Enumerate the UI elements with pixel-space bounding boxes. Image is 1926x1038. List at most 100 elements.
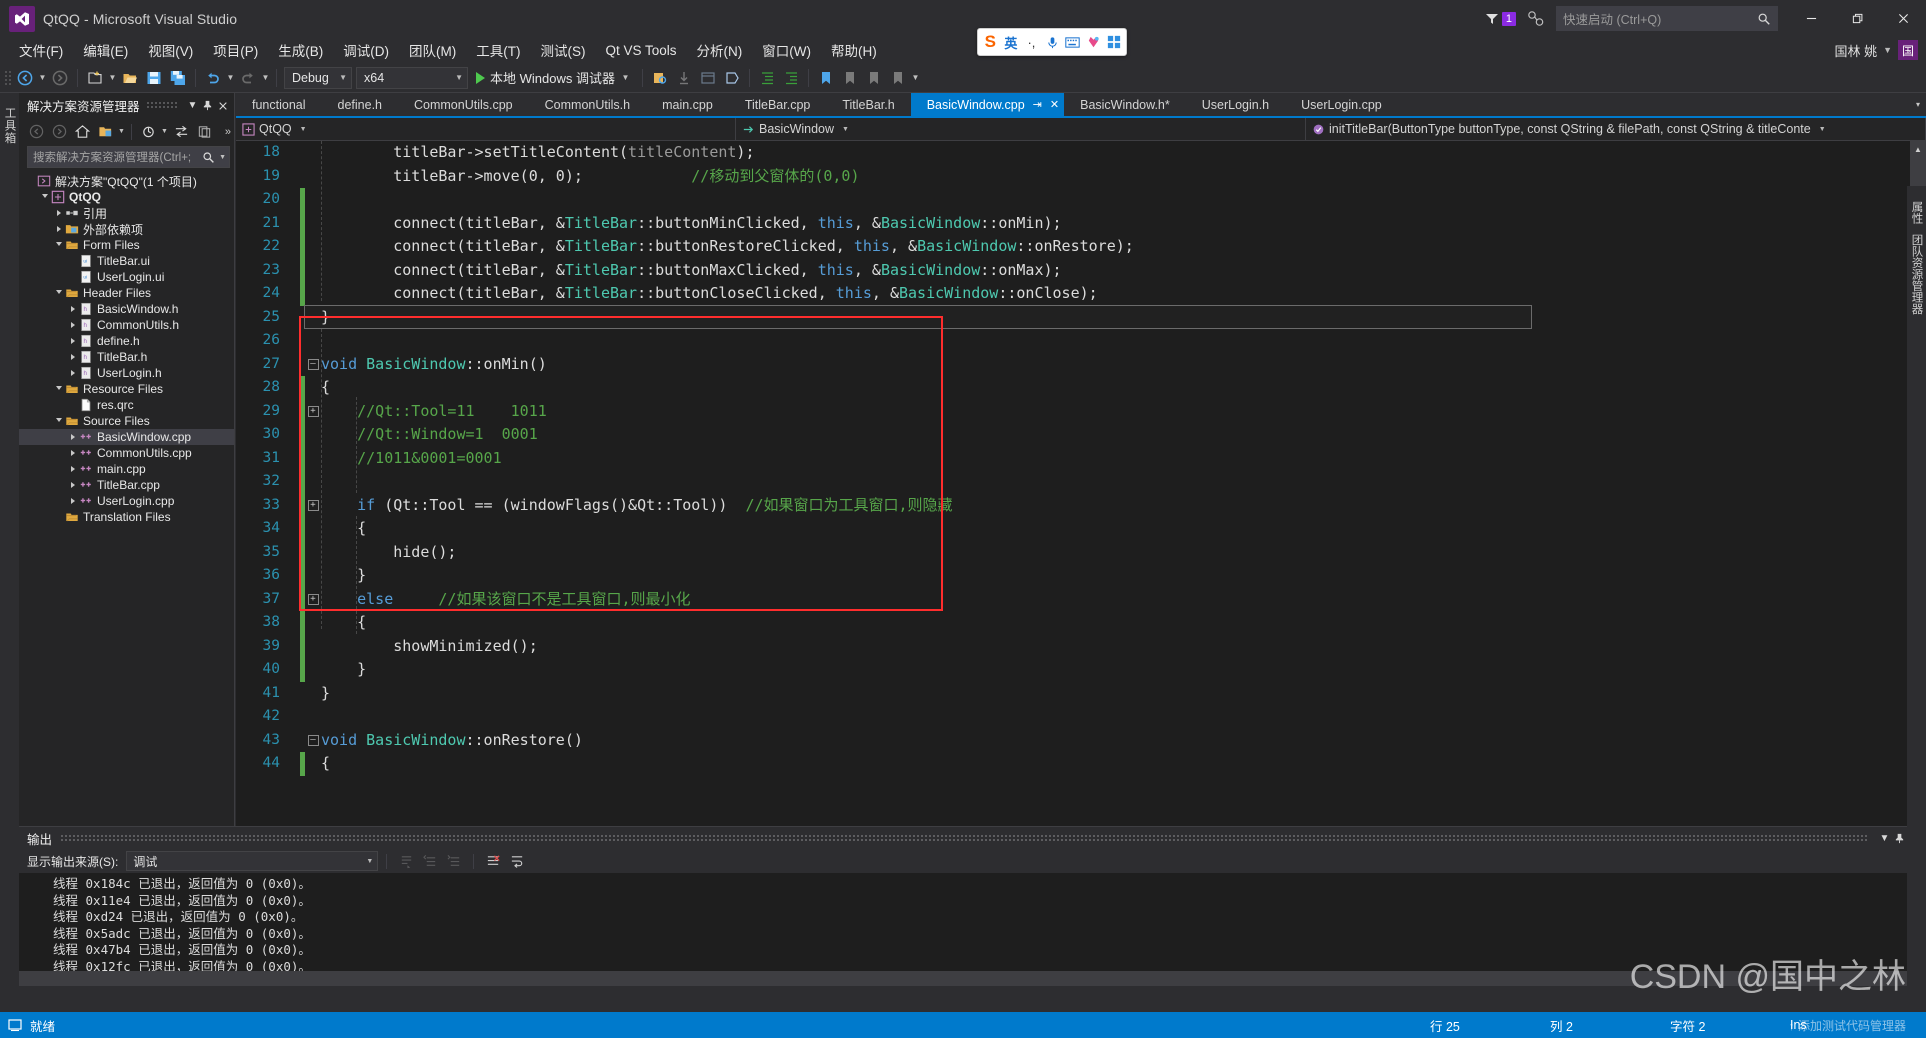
- menu-help[interactable]: 帮助(H): [821, 38, 887, 62]
- keyboard-icon[interactable]: [1063, 32, 1082, 52]
- tree-item-translation-files[interactable]: Translation Files: [19, 509, 234, 525]
- tree-item-main.cpp[interactable]: main.cpp: [19, 461, 234, 477]
- editor-tab-functional[interactable]: functional: [236, 93, 322, 116]
- solution-configuration-select[interactable]: Debug ▼: [284, 66, 352, 89]
- outlining-gutter[interactable]: –: [305, 358, 321, 370]
- tree-item-basicwindow.h[interactable]: h BasicWindow.h: [19, 301, 234, 317]
- editor-tab-titlebar.cpp[interactable]: TitleBar.cpp: [729, 93, 827, 116]
- step-into-icon[interactable]: [672, 66, 696, 90]
- open-file-button[interactable]: [118, 66, 142, 90]
- pin-icon[interactable]: [200, 97, 215, 115]
- properties-icon[interactable]: [193, 121, 215, 143]
- account-area[interactable]: 国林 姚 ▼ 国: [1834, 37, 1918, 63]
- tree-item-titlebar.h[interactable]: h TitleBar.h: [19, 349, 234, 365]
- punctuation-icon[interactable]: ·,: [1022, 32, 1041, 52]
- chevron-down-icon[interactable]: ▼: [1877, 829, 1892, 847]
- save-button[interactable]: [142, 66, 166, 90]
- expander-icon[interactable]: [39, 189, 50, 205]
- expand-icon[interactable]: +: [307, 593, 319, 605]
- clear-bookmarks-icon[interactable]: [886, 66, 910, 90]
- drag-handle[interactable]: [145, 102, 179, 109]
- save-all-button[interactable]: [166, 66, 190, 90]
- navigate-backward-button[interactable]: [13, 66, 37, 90]
- outlining-gutter[interactable]: –: [305, 734, 321, 746]
- tree-item-define.h[interactable]: h define.h: [19, 333, 234, 349]
- editor-tab-basicwindow.cpp[interactable]: BasicWindow.cpp ⇥ ✕: [910, 93, 1065, 116]
- expander-icon[interactable]: [67, 461, 78, 477]
- outlining-gutter[interactable]: +: [305, 593, 321, 605]
- expander-icon[interactable]: [67, 445, 78, 461]
- expander-icon[interactable]: [53, 381, 64, 397]
- ime-mode-label[interactable]: 英: [1002, 32, 1021, 52]
- expander-icon[interactable]: [53, 237, 64, 253]
- outlining-gutter[interactable]: +: [305, 405, 321, 417]
- window-layout-icon[interactable]: [696, 66, 720, 90]
- navbar-scope-select[interactable]: BasicWindow ▼: [736, 118, 1306, 140]
- tree-item--[interactable]: 引用: [19, 205, 234, 221]
- navbar-member-select[interactable]: initTitleBar(ButtonType buttonType, cons…: [1306, 118, 1926, 140]
- output-horizontal-scrollbar[interactable]: [19, 971, 1910, 986]
- start-debug-button[interactable]: 本地 Windows 调试器 ▼: [470, 66, 637, 90]
- tree-item-userlogin.h[interactable]: h UserLogin.h: [19, 365, 234, 381]
- close-icon[interactable]: [215, 97, 230, 115]
- tree-item--qtqq-1-[interactable]: 解决方案"QtQQ"(1 个项目): [19, 173, 234, 189]
- tree-item-commonutils.cpp[interactable]: CommonUtils.cpp: [19, 445, 234, 461]
- expander-icon[interactable]: [67, 333, 78, 349]
- editor-tab-basicwindow.h-[interactable]: BasicWindow.h*: [1064, 93, 1186, 116]
- expander-icon[interactable]: [67, 397, 78, 413]
- editor-tab-define.h[interactable]: define.h: [322, 93, 398, 116]
- solution-explorer-overflow[interactable]: »: [225, 126, 231, 138]
- team-explorer-tab[interactable]: 团队资源管理器: [1907, 229, 1926, 320]
- tree-item-resource-files[interactable]: Resource Files: [19, 381, 234, 397]
- redo-button[interactable]: [236, 66, 260, 90]
- toolbar-grip-icon[interactable]: [4, 69, 13, 87]
- pin-tab-icon[interactable]: ⇥: [1033, 98, 1042, 111]
- collapse-icon[interactable]: –: [307, 734, 319, 746]
- minimize-button[interactable]: [1788, 0, 1834, 37]
- expander-icon[interactable]: [53, 509, 64, 525]
- menu-view[interactable]: 视图(V): [138, 38, 203, 62]
- expander-icon[interactable]: [67, 253, 78, 269]
- menu-build[interactable]: 生成(B): [268, 38, 333, 62]
- editor-tab-titlebar.h[interactable]: TitleBar.h: [826, 93, 910, 116]
- bookmarks-caret[interactable]: ▼: [910, 66, 921, 90]
- tree-item-basicwindow.cpp[interactable]: BasicWindow.cpp: [19, 429, 234, 445]
- prev-message-icon[interactable]: [419, 850, 441, 872]
- avatar[interactable]: 国: [1898, 40, 1918, 60]
- next-bookmark-icon[interactable]: [862, 66, 886, 90]
- outlining-gutter[interactable]: +: [305, 499, 321, 511]
- expander-icon[interactable]: [67, 269, 78, 285]
- expander-icon[interactable]: [67, 349, 78, 365]
- menu-analyze[interactable]: 分析(N): [687, 38, 753, 62]
- clear-all-icon[interactable]: [482, 850, 504, 872]
- indent-icon[interactable]: [755, 66, 779, 90]
- emoji-icon[interactable]: [1084, 32, 1103, 52]
- solution-platform-select[interactable]: x64 ▼: [356, 66, 468, 89]
- outdent-icon[interactable]: [779, 66, 803, 90]
- tree-item-header-files[interactable]: Header Files: [19, 285, 234, 301]
- tree-item-titlebar.ui[interactable]: ui TitleBar.ui: [19, 253, 234, 269]
- pending-changes-icon[interactable]: [94, 121, 116, 143]
- expander-icon[interactable]: [53, 285, 64, 301]
- collapse-icon[interactable]: –: [307, 358, 319, 370]
- toggle-breakpoint-icon[interactable]: [720, 66, 744, 90]
- tree-item-userlogin.ui[interactable]: ui UserLogin.ui: [19, 269, 234, 285]
- menu-window[interactable]: 窗口(W): [752, 38, 821, 62]
- chevron-down-icon[interactable]: ▼: [185, 97, 200, 115]
- expander-icon[interactable]: [67, 365, 78, 381]
- goto-message-icon[interactable]: [395, 850, 417, 872]
- expander-icon[interactable]: [25, 173, 36, 189]
- prev-bookmark-icon[interactable]: [838, 66, 862, 90]
- undo-caret[interactable]: ▼: [225, 66, 236, 90]
- quick-launch-input[interactable]: 快速启动 (Ctrl+Q): [1556, 6, 1778, 31]
- undo-button[interactable]: [201, 66, 225, 90]
- restore-button[interactable]: [1834, 0, 1880, 37]
- properties-tab[interactable]: 属性: [1907, 196, 1926, 229]
- editor-tab-userlogin.cpp[interactable]: UserLogin.cpp: [1285, 93, 1398, 116]
- home-icon[interactable]: [71, 121, 93, 143]
- menu-test[interactable]: 测试(S): [531, 38, 596, 62]
- tree-item-commonutils.h[interactable]: h CommonUtils.h: [19, 317, 234, 333]
- expander-icon[interactable]: [67, 493, 78, 509]
- expander-icon[interactable]: [67, 429, 78, 445]
- bookmark-icon[interactable]: [814, 66, 838, 90]
